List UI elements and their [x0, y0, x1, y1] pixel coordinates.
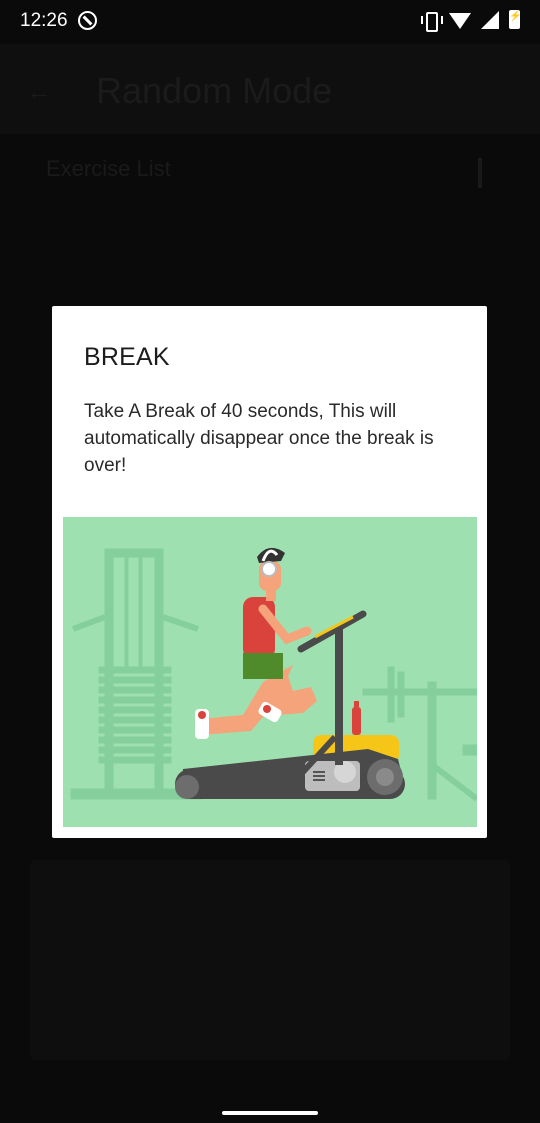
- dialog-title: BREAK: [84, 343, 170, 371]
- gesture-nav-handle[interactable]: [222, 1111, 318, 1115]
- battery-charging-icon: [509, 10, 521, 29]
- signal-icon: [481, 10, 499, 29]
- app-bar: ← Random Mode: [0, 44, 540, 134]
- vibrate-icon: [421, 11, 443, 32]
- status-bar: 12:26: [0, 0, 540, 44]
- app-title: Random Mode: [96, 70, 333, 111]
- status-time: 12:26: [20, 10, 68, 31]
- dialog-message: Take A Break of 40 seconds, This will au…: [84, 401, 434, 476]
- treadmill-illustration: [63, 517, 477, 827]
- exercise-card: [30, 860, 510, 1060]
- wifi-icon: [449, 12, 471, 29]
- status-icons: [421, 10, 521, 32]
- section-title: Exercise List: [46, 156, 171, 181]
- back-arrow-icon[interactable]: ←: [26, 76, 52, 106]
- break-dialog: BREAK Take A Break of 40 seconds, This w…: [52, 306, 487, 838]
- do-not-disturb-icon: [78, 11, 97, 30]
- sort-icon[interactable]: [478, 158, 496, 188]
